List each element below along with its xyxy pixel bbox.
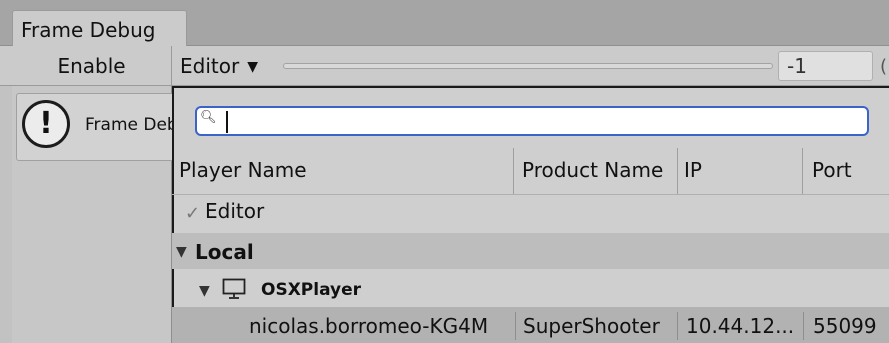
cell-divider (803, 312, 804, 340)
cell-product-name: SuperShooter (523, 314, 660, 338)
column-header-port[interactable]: Port (812, 158, 852, 182)
clipped-text: ( (880, 56, 888, 77)
target-dropdown-label: Editor (180, 54, 240, 78)
column-header-ip[interactable]: IP (684, 158, 702, 182)
list-item-editor-label: Editor (205, 199, 265, 223)
target-dropdown[interactable]: Editor ▼ (172, 46, 272, 86)
column-divider[interactable] (677, 148, 678, 194)
column-header-player-name[interactable]: Player Name (179, 158, 307, 182)
column-header-product-name[interactable]: Product Name (522, 158, 663, 182)
frame-slider[interactable] (283, 63, 773, 69)
text-cursor (226, 111, 228, 133)
help-box-text: Frame Debugger (85, 115, 172, 135)
cell-port: 55099 (813, 314, 877, 338)
monitor-icon (222, 278, 246, 299)
group-osxplayer-label[interactable]: OSXPlayer (261, 280, 361, 300)
cell-player-name: nicolas.borromeo-KG4M (249, 314, 489, 338)
search-icon: 🔍︎ (200, 110, 217, 125)
cell-divider (515, 312, 516, 340)
chevron-down-icon: ▼ (247, 59, 258, 75)
checkmark-icon: ✓ (185, 203, 201, 224)
cell-ip: 10.44.12... (686, 314, 795, 338)
group-local-label: Local (195, 240, 254, 264)
triangle-down-icon[interactable]: ▼ (176, 244, 187, 260)
list-item-editor[interactable] (172, 194, 889, 233)
warning-icon: ! (22, 100, 70, 148)
frame-number-field[interactable]: -1 (778, 51, 873, 81)
column-divider[interactable] (513, 148, 514, 194)
triangle-down-icon[interactable]: ▼ (199, 283, 210, 299)
group-local[interactable] (172, 233, 889, 269)
cell-divider (677, 312, 678, 340)
tab-frame-debug[interactable]: Frame Debug (12, 10, 187, 47)
enable-button[interactable]: Enable (12, 46, 172, 86)
column-divider[interactable] (802, 148, 803, 194)
search-input[interactable] (195, 106, 869, 136)
